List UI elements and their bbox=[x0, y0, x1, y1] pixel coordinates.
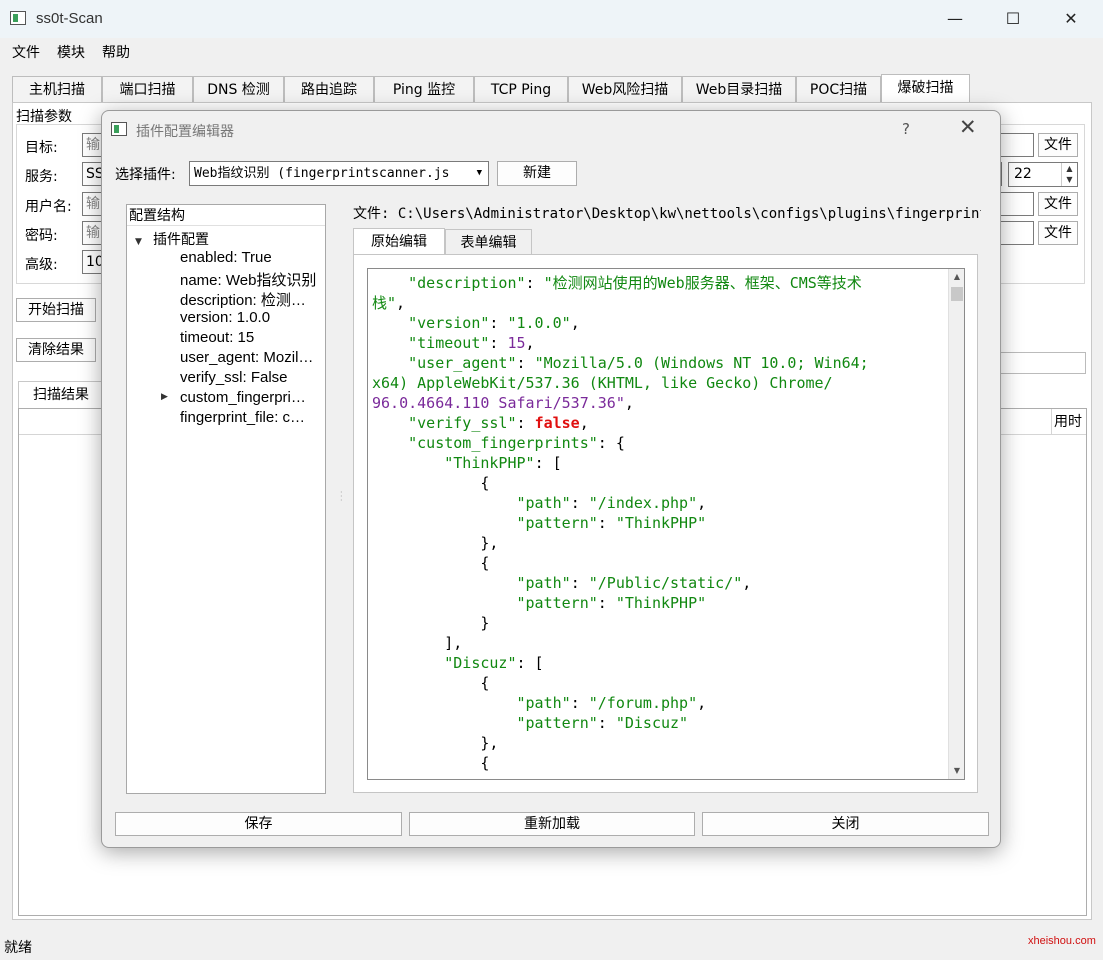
tab-web-risk-scan[interactable]: Web风险扫描 bbox=[568, 76, 682, 103]
tree-item-description[interactable]: description: 检测… bbox=[180, 289, 325, 310]
save-button[interactable]: 保存 bbox=[115, 812, 402, 836]
tree-item-fingerprint-file[interactable]: fingerprint_file: c… bbox=[180, 409, 325, 426]
dialog-title-bar: 插件配置编辑器 ? ✕ bbox=[102, 111, 1000, 149]
json-code: "description": "检测网站使用的Web服务器、框架、CMS等技术 … bbox=[372, 274, 869, 772]
plugin-config-dialog: 插件配置编辑器 ? ✕ 选择插件: Web指纹识别 (fingerprintsc… bbox=[101, 110, 1001, 848]
tree-item-verify-ssl[interactable]: verify_ssl: False bbox=[180, 369, 325, 386]
editor-scrollbar[interactable]: ▲ ▼ bbox=[948, 269, 964, 779]
new-plugin-button[interactable]: 新建 bbox=[497, 161, 577, 186]
port-spinbox[interactable]: 22 ▲ ▼ bbox=[1008, 162, 1078, 187]
menu-module[interactable]: 模块 bbox=[57, 42, 85, 62]
progress-bar bbox=[998, 352, 1086, 374]
tab-brute-force[interactable]: 爆破扫描 bbox=[881, 74, 970, 104]
scan-params-label: 扫描参数 bbox=[16, 109, 72, 125]
tree-item-name[interactable]: name: Web指纹识别 bbox=[180, 269, 325, 290]
column-time[interactable]: 用时 bbox=[1051, 409, 1086, 435]
config-tree[interactable]: 配置结构 ▼ 插件配置 enabled: True name: Web指纹识别 d… bbox=[126, 204, 326, 794]
maximize-button[interactable]: ☐ bbox=[984, 0, 1042, 38]
tree-root[interactable]: ▼ 插件配置 bbox=[135, 229, 209, 249]
app-icon bbox=[10, 11, 26, 25]
menu-help[interactable]: 帮助 bbox=[102, 42, 130, 62]
tree-item-timeout[interactable]: timeout: 15 bbox=[180, 329, 325, 346]
close-window-button[interactable]: ✕ bbox=[1042, 0, 1100, 38]
password-label: 密码: bbox=[25, 228, 58, 244]
target-label: 目标: bbox=[25, 140, 58, 156]
spin-arrows-icon[interactable]: ▲ ▼ bbox=[1061, 163, 1077, 186]
collapsed-arrow-icon[interactable]: ▶ bbox=[161, 392, 168, 402]
dialog-title: 插件配置编辑器 bbox=[136, 124, 234, 140]
tab-scan-results[interactable]: 扫描结果 bbox=[18, 381, 104, 409]
tree-item-enabled[interactable]: enabled: True bbox=[180, 249, 325, 266]
dialog-icon bbox=[111, 122, 127, 136]
close-dialog-button[interactable]: 关闭 bbox=[702, 812, 989, 836]
tab-form-edit[interactable]: 表单编辑 bbox=[445, 229, 532, 256]
tab-host-scan[interactable]: 主机扫描 bbox=[12, 76, 102, 103]
plugin-select[interactable]: Web指纹识别 (fingerprintscanner.js ▼ bbox=[189, 161, 489, 186]
tree-item-user-agent[interactable]: user_agent: Mozil… bbox=[180, 349, 325, 366]
username-file-button[interactable]: 文件 bbox=[1038, 192, 1078, 216]
menu-file[interactable]: 文件 bbox=[12, 42, 40, 62]
plugin-selected-value: Web指纹识别 (fingerprintscanner.js bbox=[194, 166, 450, 181]
watermark: xheishou.com bbox=[1028, 935, 1096, 947]
scroll-down-icon[interactable]: ▼ bbox=[949, 763, 964, 779]
chevron-down-icon: ▼ bbox=[476, 168, 482, 178]
minimize-button[interactable]: — bbox=[926, 0, 984, 38]
tree-item-version[interactable]: version: 1.0.0 bbox=[180, 309, 325, 326]
tree-item-custom-fingerprints[interactable]: custom_fingerpri… bbox=[180, 389, 325, 406]
plugin-select-label: 选择插件: bbox=[115, 167, 176, 183]
tab-dns-check[interactable]: DNS 检测 bbox=[193, 76, 284, 103]
dialog-close-icon[interactable]: ✕ bbox=[959, 115, 977, 139]
clear-results-button[interactable]: 清除结果 bbox=[16, 338, 96, 362]
title-bar: ss0t-Scan — ☐ ✕ bbox=[0, 0, 1103, 38]
tab-port-scan[interactable]: 端口扫描 bbox=[102, 76, 193, 103]
code-editor[interactable]: "description": "检测网站使用的Web服务器、框架、CMS等技术 … bbox=[367, 268, 965, 780]
editor-frame: "description": "检测网站使用的Web服务器、框架、CMS等技术 … bbox=[353, 254, 978, 793]
port-value: 22 bbox=[1014, 166, 1032, 182]
tab-raw-edit[interactable]: 原始编辑 bbox=[353, 228, 445, 255]
expand-arrow-icon[interactable]: ▼ bbox=[135, 237, 153, 247]
help-button[interactable]: ? bbox=[902, 120, 910, 138]
reload-button[interactable]: 重新加载 bbox=[409, 812, 695, 836]
menu-bar: 文件 模块 帮助 bbox=[0, 38, 1103, 64]
tab-ping-monitor[interactable]: Ping 监控 bbox=[374, 76, 474, 103]
target-file-button[interactable]: 文件 bbox=[1038, 133, 1078, 157]
status-text: 就绪 bbox=[4, 940, 32, 956]
username-label: 用户名: bbox=[25, 199, 72, 215]
scroll-thumb[interactable] bbox=[951, 287, 963, 301]
service-label: 服务: bbox=[25, 169, 58, 185]
scroll-up-icon[interactable]: ▲ bbox=[949, 269, 964, 285]
tab-tcp-ping[interactable]: TCP Ping bbox=[474, 76, 568, 103]
splitter-handle[interactable]: · · · bbox=[340, 489, 343, 505]
tree-header: 配置结构 bbox=[127, 205, 325, 226]
tab-poc-scan[interactable]: POC扫描 bbox=[796, 76, 881, 103]
tab-web-dir-scan[interactable]: Web目录扫描 bbox=[682, 76, 796, 103]
tree-root-label: 插件配置 bbox=[153, 232, 209, 248]
tab-traceroute[interactable]: 路由追踪 bbox=[284, 76, 374, 103]
start-scan-button[interactable]: 开始扫描 bbox=[16, 298, 96, 322]
window-title: ss0t-Scan bbox=[36, 10, 103, 27]
password-file-button[interactable]: 文件 bbox=[1038, 221, 1078, 245]
file-path: 文件: C:\Users\Administrator\Desktop\kw\ne… bbox=[353, 206, 981, 222]
advanced-label: 高级: bbox=[25, 257, 58, 273]
